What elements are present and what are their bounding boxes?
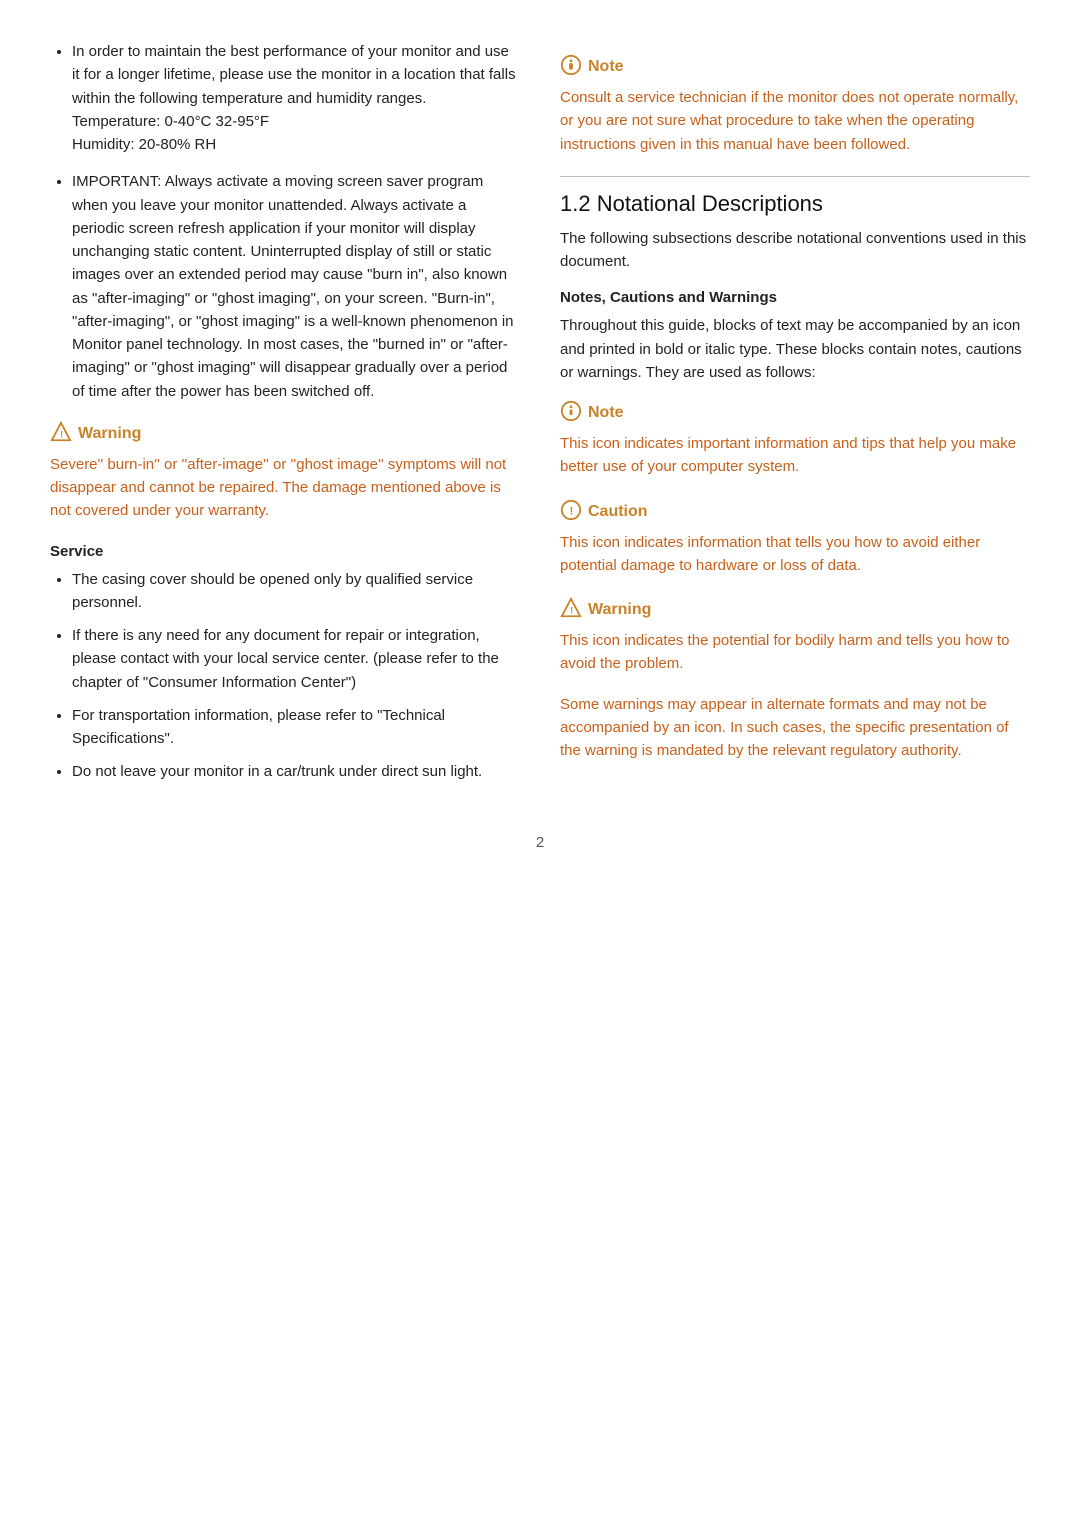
page-number: 2 bbox=[50, 834, 1030, 851]
caution-header: ! Caution bbox=[560, 499, 1030, 525]
svg-text:!: ! bbox=[570, 505, 574, 517]
left-column: In order to maintain the best performanc… bbox=[50, 40, 520, 794]
right-column: Note Consult a service technician if the… bbox=[560, 40, 1030, 794]
warning-box-2: ! Warning This icon indicates the potent… bbox=[560, 597, 1030, 762]
caution-icon: ! bbox=[560, 499, 582, 525]
warning-text-1: Severe'' burn-in'' or ''after-image'' or… bbox=[50, 453, 520, 523]
warning-text-2b: Some warnings may appear in alternate fo… bbox=[560, 693, 1030, 763]
subsection-heading: Notes, Cautions and Warnings bbox=[560, 289, 1030, 306]
service-bullet-4: Do not leave your monitor in a car/trunk… bbox=[72, 760, 520, 783]
warning-icon-2: ! bbox=[560, 597, 582, 623]
service-bullet-list: The casing cover should be opened only b… bbox=[50, 568, 520, 784]
section-intro: The following subsections describe notat… bbox=[560, 227, 1030, 274]
note-header-2: Note bbox=[560, 400, 1030, 426]
subsection-intro: Throughout this guide, blocks of text ma… bbox=[560, 314, 1030, 384]
service-bullet-1: The casing cover should be opened only b… bbox=[72, 568, 520, 615]
service-bullet-2: If there is any need for any document fo… bbox=[72, 624, 520, 694]
bullet-important: IMPORTANT: Always activate a moving scre… bbox=[72, 170, 520, 403]
caution-text: This icon indicates information that tel… bbox=[560, 531, 1030, 578]
note-icon-1 bbox=[560, 54, 582, 80]
note-label-1: Note bbox=[588, 58, 624, 76]
note-label-2: Note bbox=[588, 404, 624, 422]
svg-text:!: ! bbox=[570, 606, 573, 616]
warning-box-1: ! Warning Severe'' burn-in'' or ''after-… bbox=[50, 421, 520, 523]
note-icon-2 bbox=[560, 400, 582, 426]
note-text-2: This icon indicates important informatio… bbox=[560, 432, 1030, 479]
note-text-1: Consult a service technician if the moni… bbox=[560, 86, 1030, 156]
caution-label: Caution bbox=[588, 503, 648, 521]
note-header-1: Note bbox=[560, 54, 1030, 80]
svg-text:!: ! bbox=[60, 429, 63, 439]
caution-box: ! Caution This icon indicates informatio… bbox=[560, 499, 1030, 578]
note-box-1: Note Consult a service technician if the… bbox=[560, 54, 1030, 156]
main-bullet-list: In order to maintain the best performanc… bbox=[50, 40, 520, 403]
service-heading: Service bbox=[50, 543, 520, 560]
section-title: 1.2 Notational Descriptions bbox=[560, 191, 1030, 217]
warning-header-1: ! Warning bbox=[50, 421, 520, 447]
page-layout: In order to maintain the best performanc… bbox=[50, 40, 1030, 794]
section-divider bbox=[560, 176, 1030, 177]
warning-header-2: ! Warning bbox=[560, 597, 1030, 623]
note-box-2: Note This icon indicates important infor… bbox=[560, 400, 1030, 479]
warning-label-2: Warning bbox=[588, 601, 651, 619]
warning-label-1: Warning bbox=[78, 425, 141, 443]
warning-text-2a: This icon indicates the potential for bo… bbox=[560, 629, 1030, 676]
warning-icon-1: ! bbox=[50, 421, 72, 447]
service-bullet-3: For transportation information, please r… bbox=[72, 704, 520, 751]
bullet-performance: In order to maintain the best performanc… bbox=[72, 40, 520, 156]
